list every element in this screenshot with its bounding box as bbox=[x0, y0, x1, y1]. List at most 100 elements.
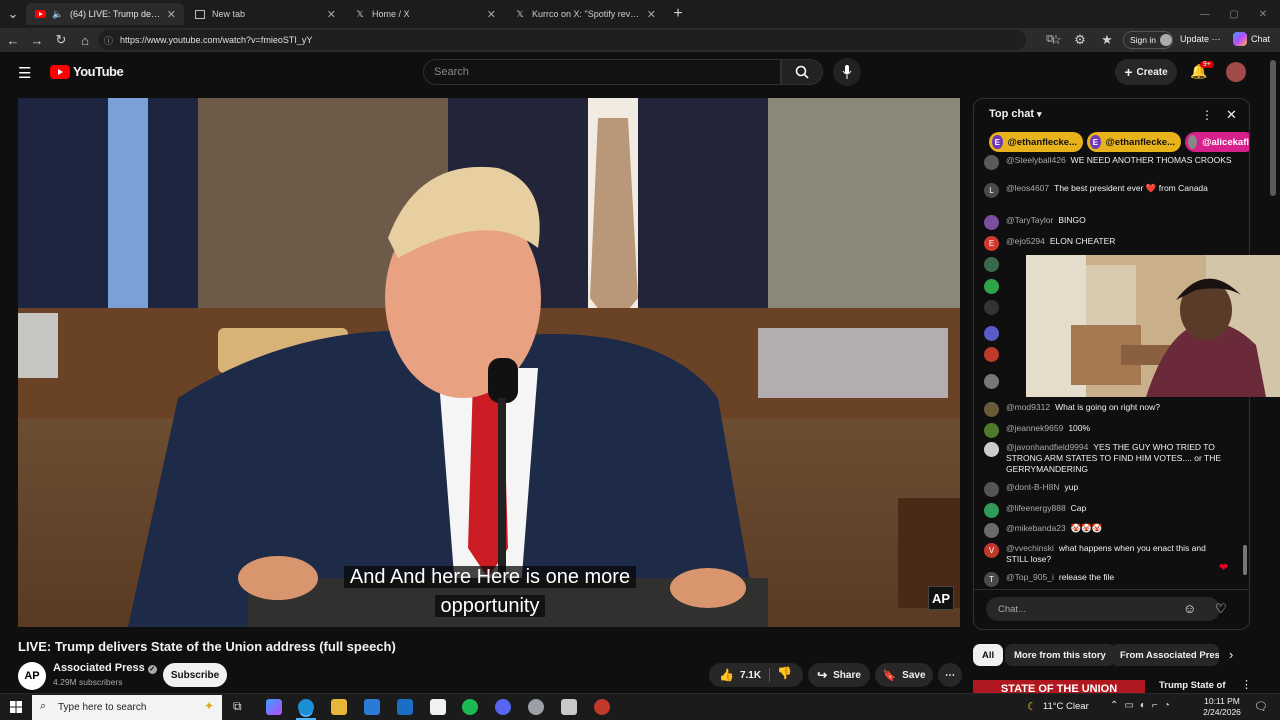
taskbar-search-input[interactable]: ⌕ Type here to search ✦ bbox=[32, 695, 222, 720]
subscribe-button[interactable]: Subscribe bbox=[163, 663, 227, 687]
video-player[interactable] bbox=[18, 98, 960, 627]
page-scrollbar[interactable] bbox=[1270, 60, 1276, 196]
app-icon[interactable] bbox=[528, 699, 544, 715]
chat-header-label: Top chat bbox=[989, 108, 1035, 120]
chip-more-from-this-story[interactable]: More from this story bbox=[1005, 644, 1115, 666]
minimize-window-icon[interactable]: — bbox=[1196, 5, 1214, 23]
chat-scrollbar[interactable] bbox=[1243, 545, 1247, 575]
chat-author[interactable]: @dont-B-H8N bbox=[1006, 482, 1060, 492]
maximize-window-icon[interactable]: ▢ bbox=[1225, 5, 1243, 23]
app-window-icon[interactable] bbox=[561, 699, 577, 715]
chat-author[interactable]: @TaryTaylor bbox=[1006, 215, 1053, 225]
forward-icon[interactable]: → bbox=[28, 31, 46, 49]
copilot-chat-button[interactable]: Chat bbox=[1233, 32, 1270, 46]
microsoft-store-icon[interactable] bbox=[364, 699, 380, 715]
browser-tab-home-x[interactable]: 𝕏 Home / X ✕ bbox=[346, 3, 504, 25]
sign-in-button[interactable]: Sign in bbox=[1123, 31, 1173, 49]
close-tab-icon[interactable]: ✕ bbox=[167, 8, 176, 21]
save-button[interactable]: 🔖 Save bbox=[875, 663, 933, 687]
like-thumb-icon[interactable]: 👍 bbox=[719, 668, 734, 682]
chat-author[interactable]: @vvechinski bbox=[1006, 543, 1054, 553]
chat-author[interactable]: @jeannek9659 bbox=[1006, 423, 1063, 433]
chat-author[interactable]: @Steelyball426 bbox=[1006, 155, 1066, 165]
more-actions-button[interactable]: ⋯ bbox=[938, 663, 962, 687]
discord-icon[interactable] bbox=[495, 699, 511, 715]
spotify-icon[interactable] bbox=[462, 699, 478, 715]
close-tab-icon[interactable]: ✕ bbox=[487, 8, 496, 21]
speaker-icon[interactable]: 🔈 bbox=[52, 8, 64, 20]
browser-tab-kurrco[interactable]: 𝕏 Kurrco on X: "Spotify reveals its list… bbox=[506, 3, 664, 25]
new-tab-plus-icon[interactable]: + bbox=[669, 5, 687, 23]
related-video-thumbnail[interactable]: STATE OF THE UNION bbox=[973, 680, 1145, 693]
system-tray-icons[interactable]: ⌃▭◐⌐◔ bbox=[1110, 700, 1176, 711]
close-tab-icon[interactable]: ✕ bbox=[327, 8, 336, 21]
browser-tab-new-tab[interactable]: New tab ✕ bbox=[186, 3, 344, 25]
home-icon[interactable]: ⌂ bbox=[76, 31, 94, 49]
chip-all[interactable]: All bbox=[973, 644, 1004, 666]
clock[interactable]: 10:11 PM 2/24/2026 bbox=[1200, 696, 1244, 718]
file-explorer-icon[interactable] bbox=[331, 699, 347, 715]
browser-tab-youtube[interactable]: 🔈 (64) LIVE: Trump delivers State of the… bbox=[26, 3, 184, 25]
microphone-icon bbox=[842, 65, 852, 79]
chat-author[interactable]: @leos4607 bbox=[1006, 183, 1049, 193]
close-tab-icon[interactable]: ✕ bbox=[647, 8, 656, 21]
notepad-icon[interactable] bbox=[430, 699, 446, 715]
share-button[interactable]: ↪ Share bbox=[808, 663, 870, 687]
windows-taskbar: ⌕ Type here to search ✦ ⧉ ☾ 11°C Clear ⌃… bbox=[0, 693, 1280, 720]
chat-avatar bbox=[984, 300, 999, 315]
chat-more-vert-icon[interactable]: ⋮ bbox=[1201, 108, 1213, 122]
account-avatar[interactable] bbox=[1226, 62, 1246, 82]
task-view-icon[interactable]: ⧉ bbox=[233, 699, 242, 714]
copilot-app-icon[interactable] bbox=[266, 699, 282, 715]
superchat-ticker[interactable]: @alicekafl bbox=[1185, 132, 1249, 152]
channel-name-row[interactable]: Associated Press ✓ bbox=[53, 662, 157, 674]
search-button[interactable] bbox=[781, 59, 823, 85]
chat-author[interactable]: @Top_905_i bbox=[1006, 572, 1054, 582]
chips-next-chevron-icon[interactable]: › bbox=[1229, 647, 1233, 662]
outlook-mail-icon[interactable] bbox=[397, 699, 413, 715]
chat-author[interactable]: @lifeenergy888 bbox=[1006, 503, 1066, 513]
bookmark-icon: 🔖 bbox=[882, 669, 897, 682]
related-video-title[interactable]: Trump State of bbox=[1159, 680, 1226, 691]
notification-center-icon[interactable]: 🗨 bbox=[1254, 700, 1268, 713]
weather-widget[interactable]: ☾ 11°C Clear bbox=[1027, 700, 1089, 713]
dislike-thumb-icon[interactable]: 👎 bbox=[777, 666, 792, 680]
superchat-ticker[interactable]: E @ethanflecke... bbox=[1087, 132, 1181, 152]
moon-icon: ☾ bbox=[1027, 701, 1037, 713]
close-window-icon[interactable]: ✕ bbox=[1254, 5, 1272, 23]
refresh-icon[interactable]: ↻ bbox=[52, 31, 70, 49]
recording-app-icon[interactable] bbox=[594, 699, 610, 715]
chat-text: BINGO bbox=[1058, 215, 1086, 225]
chat-author[interactable]: @ejo5294 bbox=[1006, 236, 1045, 246]
chip-from-associated-press[interactable]: From Associated Press bbox=[1111, 644, 1219, 666]
chat-author[interactable]: @javonhandfield9994 bbox=[1006, 442, 1088, 452]
favorite-star-icon[interactable]: ☆ bbox=[1047, 31, 1065, 49]
video-title: LIVE: Trump delivers State of the Union … bbox=[18, 639, 396, 654]
edge-browser-icon[interactable] bbox=[298, 699, 314, 715]
create-button[interactable]: + Create bbox=[1115, 59, 1177, 85]
new-tab-icon bbox=[194, 8, 206, 20]
emoji-smiley-icon[interactable]: ☺ bbox=[1183, 601, 1196, 616]
menu-hamburger-icon[interactable]: ☰ bbox=[18, 64, 31, 82]
site-info-icon[interactable]: ⓘ bbox=[104, 34, 113, 47]
update-button[interactable]: Update ⋯ bbox=[1180, 34, 1221, 45]
chat-avatar bbox=[984, 503, 999, 518]
related-more-vert-icon[interactable]: ⋮ bbox=[1241, 678, 1252, 691]
heart-outline-icon[interactable]: ♡ bbox=[1215, 601, 1227, 617]
channel-avatar[interactable]: AP bbox=[18, 662, 46, 690]
search-input[interactable]: Search bbox=[423, 59, 781, 85]
chat-author[interactable]: @mod9312 bbox=[1006, 402, 1050, 412]
voice-search-button[interactable] bbox=[833, 58, 861, 86]
superchat-ticker[interactable]: E @ethanflecke... bbox=[989, 132, 1083, 152]
address-bar[interactable]: ⓘ https://www.youtube.com/watch?v=fmieoS… bbox=[98, 30, 1054, 50]
top-chat-dropdown[interactable]: Top chat ▾ bbox=[989, 108, 1042, 120]
close-chat-icon[interactable]: ✕ bbox=[1226, 107, 1237, 123]
tab-list-chevron-icon[interactable]: ⌄ bbox=[4, 5, 22, 23]
youtube-logo[interactable]: YouTube bbox=[50, 64, 124, 79]
windows-start-icon[interactable] bbox=[10, 701, 22, 713]
favorites-icon[interactable]: ★ bbox=[1098, 31, 1116, 49]
extensions-icon[interactable]: ⚙ bbox=[1071, 31, 1089, 49]
chat-author[interactable]: @mikebanda23 bbox=[1006, 523, 1066, 533]
like-count[interactable]: 7.1K bbox=[740, 670, 761, 681]
back-icon[interactable]: ← bbox=[4, 31, 22, 49]
